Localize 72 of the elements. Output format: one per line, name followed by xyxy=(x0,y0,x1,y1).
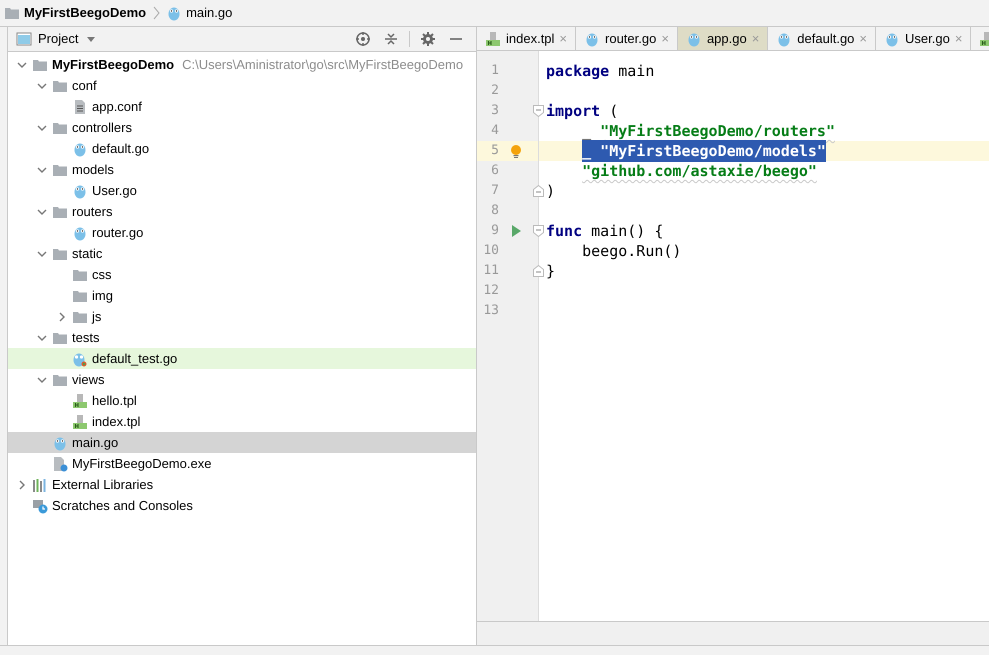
gopher-icon xyxy=(52,434,68,450)
tree-item[interactable]: Scratches and Consoles xyxy=(8,495,476,516)
line-number: 1 xyxy=(490,62,499,80)
editor-tab[interactable]: app.go × xyxy=(678,27,768,50)
tree-item[interactable]: conf xyxy=(8,75,476,96)
gopher-icon xyxy=(686,31,702,47)
panel-title[interactable]: Project xyxy=(38,29,78,49)
code-line: ) xyxy=(545,181,556,201)
line-number: 5 xyxy=(490,142,499,160)
template-file-icon xyxy=(72,414,88,430)
tree-item[interactable]: views xyxy=(8,369,476,390)
gopher-icon xyxy=(72,224,88,240)
libraries-icon xyxy=(32,476,48,492)
tree-item[interactable]: main.go xyxy=(8,432,476,453)
tree-item[interactable]: models xyxy=(8,159,476,180)
path-hint: C:\Users\Aministrator\go\src\MyFirstBeegoDemo xyxy=(182,56,464,74)
tree-item[interactable]: hello.tpl xyxy=(8,390,476,411)
line-number: 6 xyxy=(490,162,499,180)
tree-item[interactable]: router.go xyxy=(8,222,476,243)
tree-item[interactable]: static xyxy=(8,243,476,264)
gopher-icon xyxy=(884,31,900,47)
folder-icon xyxy=(4,5,20,21)
line-number: 10 xyxy=(482,242,499,260)
line-number: 7 xyxy=(490,182,499,200)
tree-item[interactable]: MyFirstBeegoDemo.exe xyxy=(8,453,476,474)
tree-item[interactable]: js xyxy=(8,306,476,327)
settings-icon[interactable] xyxy=(420,31,436,47)
gopher-icon xyxy=(776,31,792,47)
gopher-icon xyxy=(166,5,182,21)
code-line: func main() { xyxy=(545,221,664,241)
breadcrumb-item[interactable]: main.go xyxy=(186,3,232,23)
code-line: } xyxy=(545,261,556,281)
line-number: 9 xyxy=(490,222,499,240)
code-line: "github.com/astaxie/beego" xyxy=(581,161,818,181)
tree-item[interactable]: routers xyxy=(8,201,476,222)
tree-item[interactable]: css xyxy=(8,264,476,285)
tree-item[interactable]: default_test.go xyxy=(8,348,476,369)
line-number: 8 xyxy=(490,202,499,220)
code-line: beego.Run() xyxy=(581,241,682,261)
gopher-icon xyxy=(72,182,88,198)
chevron-icon xyxy=(152,6,160,20)
template-file-icon xyxy=(72,392,88,408)
dropdown-caret-icon xyxy=(86,35,96,43)
unknown-file-icon xyxy=(52,456,68,472)
template-file-icon xyxy=(485,31,501,47)
text-file-icon xyxy=(72,98,88,114)
line-number: 4 xyxy=(490,122,499,140)
line-number: 11 xyxy=(482,262,499,280)
code-line: _ "MyFirstBeegoDemo/routers" xyxy=(581,121,836,141)
line-number: 3 xyxy=(490,102,499,120)
scratches-clock-icon xyxy=(32,498,48,514)
tree-item[interactable]: User.go xyxy=(8,180,476,201)
gopher-test-icon xyxy=(72,350,88,366)
breadcrumb-item[interactable]: MyFirstBeegoDemo xyxy=(24,3,146,23)
gopher-icon xyxy=(72,140,88,156)
collapse-icon[interactable] xyxy=(383,31,399,47)
line-number: 13 xyxy=(482,302,499,320)
tree-item[interactable]: External Libraries xyxy=(8,474,476,495)
gopher-icon xyxy=(584,31,600,47)
line-number: 12 xyxy=(482,282,499,300)
tree-item[interactable]: MyFirstBeegoDemo C:\Users\Aministrator\go\src\MyFirstBeegoDemo xyxy=(8,54,476,75)
code-line: import ( xyxy=(545,101,620,121)
tree-item[interactable]: tests xyxy=(8,327,476,348)
tree-item[interactable]: default.go xyxy=(8,138,476,159)
tree-item[interactable]: index.tpl xyxy=(8,411,476,432)
crosshair-icon[interactable] xyxy=(355,31,371,47)
tree-item[interactable]: controllers xyxy=(8,117,476,138)
tree-item[interactable]: img xyxy=(8,285,476,306)
project-view-icon xyxy=(16,31,32,47)
tree-item[interactable]: app.conf xyxy=(8,96,476,117)
line-number: 2 xyxy=(490,82,499,100)
code-line: package main xyxy=(545,61,656,81)
